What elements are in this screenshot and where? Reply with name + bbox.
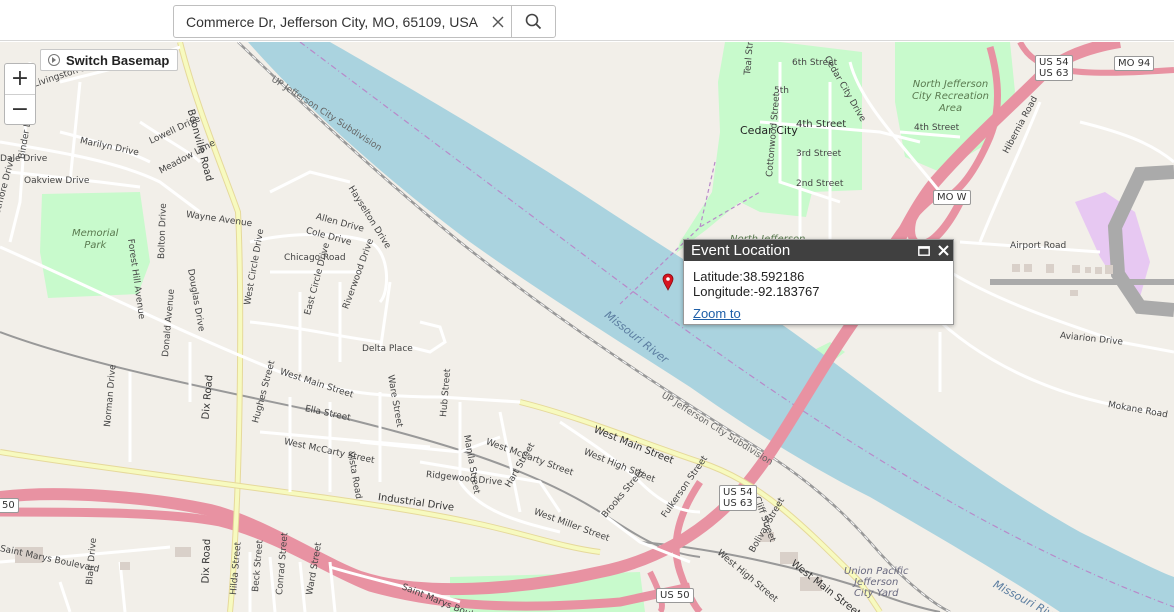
highway-shield: 50 xyxy=(0,498,19,513)
search-button[interactable] xyxy=(511,6,555,37)
latitude-label: Latitude: xyxy=(693,269,743,284)
search-input[interactable] xyxy=(174,6,486,37)
map-pin-icon[interactable] xyxy=(662,273,674,291)
plus-icon: + xyxy=(10,66,30,91)
highway-shield: MO W xyxy=(933,190,971,205)
zoom-control: + − xyxy=(4,63,36,125)
longitude-row: Longitude: -92.183767 xyxy=(693,284,944,299)
map-label: 4th Street xyxy=(796,119,847,130)
clear-search-button[interactable] xyxy=(485,6,511,37)
basemap-icon xyxy=(48,54,60,66)
longitude-label: Longitude: xyxy=(693,284,754,299)
highway-shield: US 50 xyxy=(656,588,694,603)
zoom-out-button[interactable]: − xyxy=(5,94,35,124)
maximize-icon xyxy=(918,245,930,256)
map-label: Chicago Road xyxy=(284,253,346,263)
top-bar xyxy=(0,0,1174,41)
map-label: 2nd Street xyxy=(796,179,844,189)
map-label: 4th Street xyxy=(914,123,960,133)
event-location-popup: Event Location Latitude: 38.592186 Longit… xyxy=(683,239,954,325)
zoom-to-link[interactable]: Zoom to xyxy=(693,306,741,321)
search-icon xyxy=(525,13,542,30)
zoom-in-button[interactable]: + xyxy=(5,64,35,94)
longitude-value: -92.183767 xyxy=(753,284,820,299)
map-label: 3rd Street xyxy=(796,149,842,159)
map-label: Delta Place xyxy=(362,344,413,354)
map-label: Bolton Drive xyxy=(157,203,169,260)
park-label: North Jefferson City Recreation Area xyxy=(912,79,989,114)
maximize-button[interactable] xyxy=(915,240,933,261)
close-popup-button[interactable] xyxy=(933,240,953,261)
highway-shield: US 54 US 63 xyxy=(719,485,757,511)
close-icon xyxy=(937,245,949,256)
park-label: Memorial Park xyxy=(72,228,119,251)
highway-shield: US 54 US 63 xyxy=(1035,55,1073,81)
latitude-row: Latitude: 38.592186 xyxy=(693,269,944,284)
popup-title: Event Location xyxy=(691,242,791,259)
town-label: Cedar City xyxy=(740,124,798,137)
switch-basemap-button[interactable]: Switch Basemap xyxy=(40,49,179,71)
highway-shield: MO 94 xyxy=(1114,56,1155,71)
map-view[interactable]: Boonville Road Livingston Street Marilyn… xyxy=(0,42,1174,612)
close-icon xyxy=(492,16,504,27)
switch-basemap-label: Switch Basemap xyxy=(66,52,170,68)
search-box xyxy=(173,5,556,38)
yard-label: Union Pacific Jefferson City Yard xyxy=(844,566,909,599)
map-label: Airport Road xyxy=(1010,241,1067,251)
minus-icon: − xyxy=(10,96,30,122)
popup-body: Latitude: 38.592186 Longitude: -92.183767 … xyxy=(684,261,953,329)
map-label: Dix Road xyxy=(200,538,214,584)
popup-header: Event Location xyxy=(684,240,953,261)
map-label: Oakview Drive xyxy=(24,176,90,186)
latitude-value: 38.592186 xyxy=(742,269,805,284)
